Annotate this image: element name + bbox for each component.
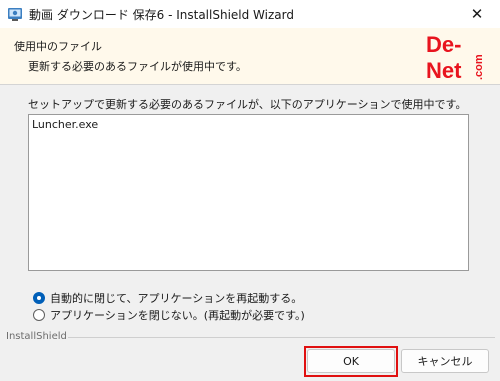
de-net-logo: De- Net .com [424,30,494,83]
banner-title: 使用中のファイル [14,40,102,53]
installshield-dialog: 動画 ダウンロード 保存6 - InstallShield Wizard ✕ 使… [0,0,500,381]
svg-text:De-: De- [426,32,461,57]
header-banner: 使用中のファイル 更新する必要のあるファイルが使用中です。 De- Net .c… [0,28,500,85]
do-not-close-label: アプリケーションを閉じない。(再起動が必要です。) [50,309,305,322]
do-not-close-option[interactable]: アプリケーションを閉じない。(再起動が必要です。) [33,307,305,323]
list-item[interactable]: Luncher.exe [32,118,98,131]
installer-app-icon [7,6,23,22]
auto-close-option[interactable]: 自動的に閉じて、アプリケーションを再起動する。 [33,290,302,306]
cancel-button[interactable]: キャンセル [401,349,489,373]
svg-text:.com: .com [473,54,485,80]
footer-divider [68,337,495,338]
ok-button[interactable]: OK [307,349,395,373]
window-title: 動画 ダウンロード 保存6 - InstallShield Wizard [29,8,294,22]
instruction-text: セットアップで更新する必要のあるファイルが、以下のアプリケーションで使用中です。 [28,98,467,111]
auto-close-label: 自動的に閉じて、アプリケーションを再起動する。 [50,292,303,305]
installshield-brand: InstallShield [6,331,67,342]
banner-description: 更新する必要のあるファイルが使用中です。 [28,60,247,73]
radio-selected-icon[interactable] [33,292,45,304]
close-icon[interactable]: ✕ [454,0,500,28]
title-bar[interactable]: 動画 ダウンロード 保存6 - InstallShield Wizard ✕ [0,0,500,28]
radio-unselected-icon[interactable] [33,309,45,321]
in-use-files-list[interactable]: Luncher.exe [28,114,469,271]
svg-text:Net: Net [426,58,462,82]
